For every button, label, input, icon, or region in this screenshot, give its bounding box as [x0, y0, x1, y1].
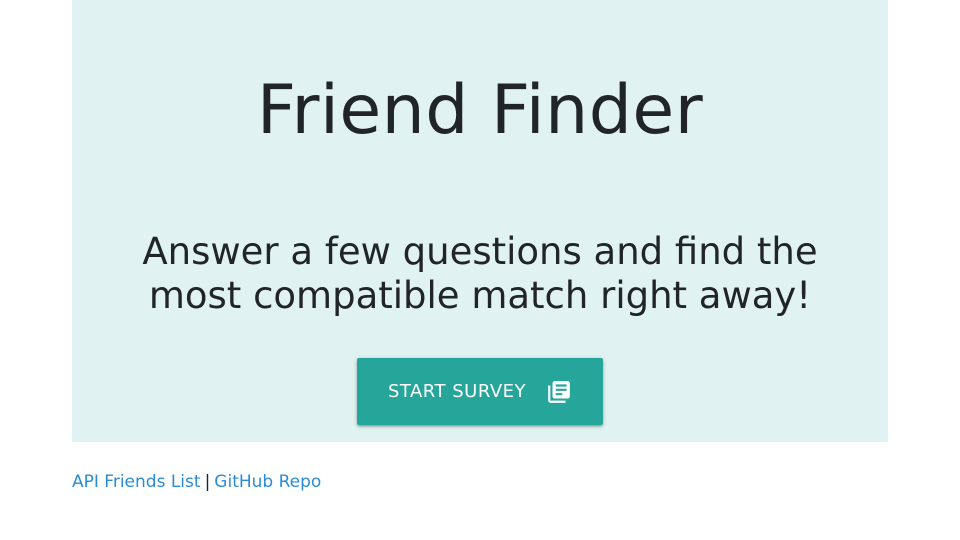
- api-friends-list-link[interactable]: API Friends List: [72, 472, 201, 492]
- start-survey-button[interactable]: START SURVEY: [357, 358, 603, 425]
- start-survey-label: START SURVEY: [387, 381, 527, 402]
- footer-separator: |: [204, 472, 211, 492]
- hero-jumbotron: Friend Finder Answer a few questions and…: [72, 0, 888, 442]
- github-repo-link[interactable]: GitHub Repo: [214, 472, 321, 492]
- page-title: Friend Finder: [256, 71, 704, 150]
- footer-links: API Friends List | GitHub Repo: [72, 471, 321, 493]
- library-books-icon: [546, 379, 572, 405]
- hero-subtitle: Answer a few questions and find the most…: [142, 230, 818, 317]
